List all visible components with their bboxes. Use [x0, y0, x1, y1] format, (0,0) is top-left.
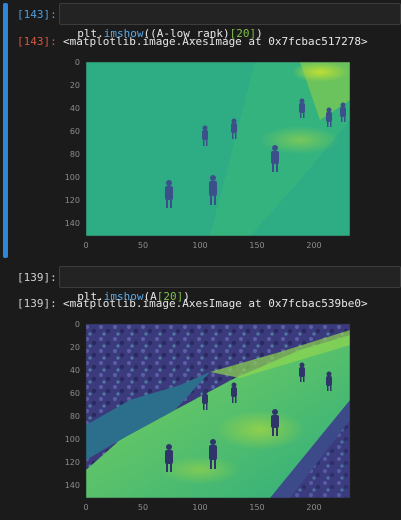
y-tick: 80 — [70, 412, 80, 421]
x-tick: 100 — [192, 503, 207, 512]
y-tick: 100 — [65, 435, 80, 444]
y-tick: 40 — [70, 104, 80, 113]
y-tick: 140 — [65, 219, 80, 228]
y-tick: 140 — [65, 481, 80, 490]
x-tick: 100 — [192, 241, 207, 250]
y-tick: 60 — [70, 389, 80, 398]
x-tick: 200 — [306, 503, 321, 512]
x-tick: 50 — [138, 241, 148, 250]
y-tick: 100 — [65, 173, 80, 182]
x-tick: 50 — [138, 503, 148, 512]
x-tick: 200 — [306, 241, 321, 250]
x-tick: 150 — [249, 503, 264, 512]
y-tick: 20 — [70, 343, 80, 352]
y-tick: 120 — [65, 196, 80, 205]
y-tick: 80 — [70, 150, 80, 159]
y-tick: 60 — [70, 127, 80, 136]
x-tick: 0 — [83, 241, 88, 250]
y-tick: 0 — [75, 320, 80, 329]
figure-2-image — [85, 323, 351, 499]
y-tick: 0 — [75, 58, 80, 67]
y-tick: 20 — [70, 81, 80, 90]
y-tick: 40 — [70, 366, 80, 375]
figures-layer: 0 50 100 150 200 0 20 40 60 80 100 120 1… — [65, 58, 351, 512]
y-tick: 120 — [65, 458, 80, 467]
x-tick: 0 — [83, 503, 88, 512]
figure-1-image — [85, 61, 351, 237]
x-tick: 150 — [249, 241, 264, 250]
